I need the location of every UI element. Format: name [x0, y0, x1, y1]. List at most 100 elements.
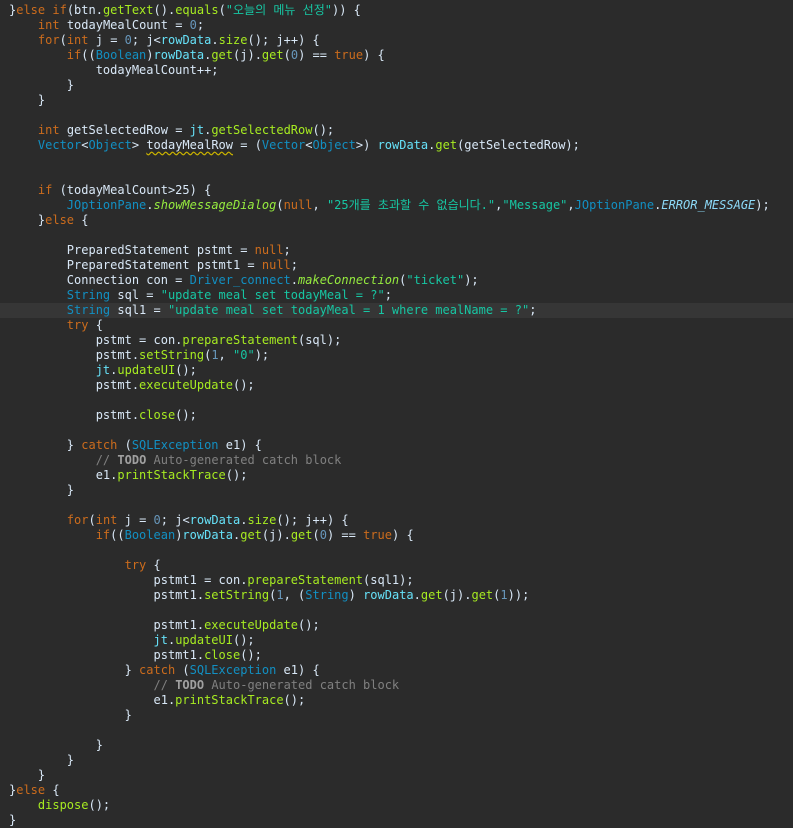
- code-line[interactable]: if((Boolean)rowData.get(j).get(0) == tru…: [0, 48, 793, 63]
- code-token: Vector: [37, 138, 82, 152]
- code-token: for: [66, 513, 89, 527]
- code-token: else: [45, 213, 75, 227]
- code-line[interactable]: }else if(btn.getText().equals("오늘의 메뉴 선정…: [0, 3, 793, 18]
- code-line[interactable]: for(int j = 0; j<rowData.size(); j++) {: [0, 33, 793, 48]
- code-line[interactable]: String sql = "update meal set todayMeal …: [0, 288, 793, 303]
- code-token: Auto-generated catch block: [146, 453, 342, 467]
- code-token: ;: [290, 258, 299, 272]
- code-token: setString: [204, 588, 270, 602]
- code-line[interactable]: }else {: [0, 783, 793, 798]
- code-token: e1.: [9, 468, 118, 482]
- code-line[interactable]: [0, 153, 793, 168]
- code-line[interactable]: [0, 603, 793, 618]
- code-token: );: [464, 273, 479, 287]
- code-line[interactable]: e1.printStackTrace();: [0, 468, 793, 483]
- code-line[interactable]: Vector<Object> todayMealRow = (Vector<Ob…: [0, 138, 793, 153]
- code-token: ();: [232, 378, 255, 392]
- code-token: prepareStatement: [247, 573, 364, 587]
- code-line[interactable]: }: [0, 78, 793, 93]
- code-token: ) ==: [326, 528, 364, 542]
- code-line[interactable]: [0, 543, 793, 558]
- code-line[interactable]: [0, 723, 793, 738]
- code-token: printStackTrace: [175, 693, 284, 707]
- code-token: SQLException: [131, 438, 219, 452]
- code-token: 1: [500, 588, 508, 602]
- code-token: rowData: [153, 48, 205, 62]
- code-token: }: [9, 753, 75, 767]
- code-line[interactable]: pstmt.executeUpdate();: [0, 378, 793, 393]
- code-line[interactable]: e1.printStackTrace();: [0, 693, 793, 708]
- code-line[interactable]: }: [0, 738, 793, 753]
- code-line[interactable]: }else {: [0, 213, 793, 228]
- code-token: showMessageDialog: [153, 198, 277, 212]
- code-line[interactable]: }: [0, 483, 793, 498]
- code-line[interactable]: PreparedStatement pstmt = null;: [0, 243, 793, 258]
- code-token: getSelectedRow =: [59, 123, 190, 137]
- code-line[interactable]: [0, 168, 793, 183]
- code-line[interactable]: }: [0, 813, 793, 828]
- code-token: >): [355, 138, 378, 152]
- code-line[interactable]: [0, 108, 793, 123]
- code-token: )) {: [331, 3, 361, 17]
- code-line[interactable]: [0, 228, 793, 243]
- code-token: ();: [232, 633, 255, 647]
- code-token: makeConnection: [298, 273, 400, 287]
- code-line[interactable]: [0, 393, 793, 408]
- code-line[interactable]: dispose();: [0, 798, 793, 813]
- code-line[interactable]: pstmt.close();: [0, 408, 793, 423]
- code-token: close: [204, 648, 241, 662]
- code-line[interactable]: if (todayMealCount>25) {: [0, 183, 793, 198]
- code-line[interactable]: }: [0, 768, 793, 783]
- code-token: JOptionPane: [574, 198, 655, 212]
- code-line[interactable]: pstmt1 = con.prepareStatement(sql1);: [0, 573, 793, 588]
- code-token: "update meal set todayMeal = ?": [160, 288, 385, 302]
- code-line[interactable]: PreparedStatement pstmt1 = null;: [0, 258, 793, 273]
- code-line[interactable]: pstmt.setString(1, "0");: [0, 348, 793, 363]
- code-token: Object: [88, 138, 132, 152]
- code-line[interactable]: try {: [0, 558, 793, 573]
- code-line[interactable]: pstmt1.executeUpdate();: [0, 618, 793, 633]
- code-line[interactable]: // TODO Auto-generated catch block: [0, 678, 793, 693]
- code-token: TODO: [117, 453, 147, 467]
- code-line[interactable]: int getSelectedRow = jt.getSelectedRow()…: [0, 123, 793, 138]
- code-line[interactable]: pstmt = con.prepareStatement(sql);: [0, 333, 793, 348]
- code-line[interactable]: JOptionPane.showMessageDialog(null, "25개…: [0, 198, 793, 213]
- code-token: "ticket": [406, 273, 465, 287]
- code-token: catch: [139, 663, 176, 677]
- code-line[interactable]: [0, 498, 793, 513]
- code-line[interactable]: pstmt1.setString(1, (String) rowData.get…: [0, 588, 793, 603]
- code-line[interactable]: } catch (SQLException e1) {: [0, 663, 793, 678]
- code-line[interactable]: if((Boolean)rowData.get(j).get(0) == tru…: [0, 528, 793, 543]
- code-editor[interactable]: }else if(btn.getText().equals("오늘의 메뉴 선정…: [0, 0, 793, 827]
- code-line[interactable]: [0, 423, 793, 438]
- code-token: 1: [276, 588, 284, 602]
- code-token: ,: [218, 348, 233, 362]
- code-token: }: [9, 708, 132, 722]
- code-line[interactable]: String sql1 = "update meal set todayMeal…: [0, 303, 793, 318]
- code-line[interactable]: todayMealCount++;: [0, 63, 793, 78]
- code-line[interactable]: int todayMealCount = 0;: [0, 18, 793, 33]
- code-line[interactable]: jt.updateUI();: [0, 633, 793, 648]
- code-line[interactable]: }: [0, 93, 793, 108]
- code-token: e1) {: [276, 663, 320, 677]
- code-line[interactable]: } catch (SQLException e1) {: [0, 438, 793, 453]
- code-line[interactable]: try {: [0, 318, 793, 333]
- code-token: }: [9, 483, 75, 497]
- code-token: }: [9, 663, 140, 677]
- code-line[interactable]: }: [0, 708, 793, 723]
- code-line[interactable]: Connection con = Driver_connect.makeConn…: [0, 273, 793, 288]
- code-line[interactable]: for(int j = 0; j<rowData.size(); j++) {: [0, 513, 793, 528]
- code-token: pstmt = con.: [9, 333, 183, 347]
- code-line[interactable]: // TODO Auto-generated catch block: [0, 453, 793, 468]
- code-line[interactable]: jt.updateUI();: [0, 363, 793, 378]
- code-line[interactable]: }: [0, 753, 793, 768]
- code-line[interactable]: pstmt1.close();: [0, 648, 793, 663]
- code-token: "update meal set todayMeal = 1 where mea…: [167, 303, 530, 317]
- code-token: jt: [153, 633, 168, 647]
- code-token: String: [66, 288, 111, 302]
- code-token: pstmt.: [9, 378, 140, 392]
